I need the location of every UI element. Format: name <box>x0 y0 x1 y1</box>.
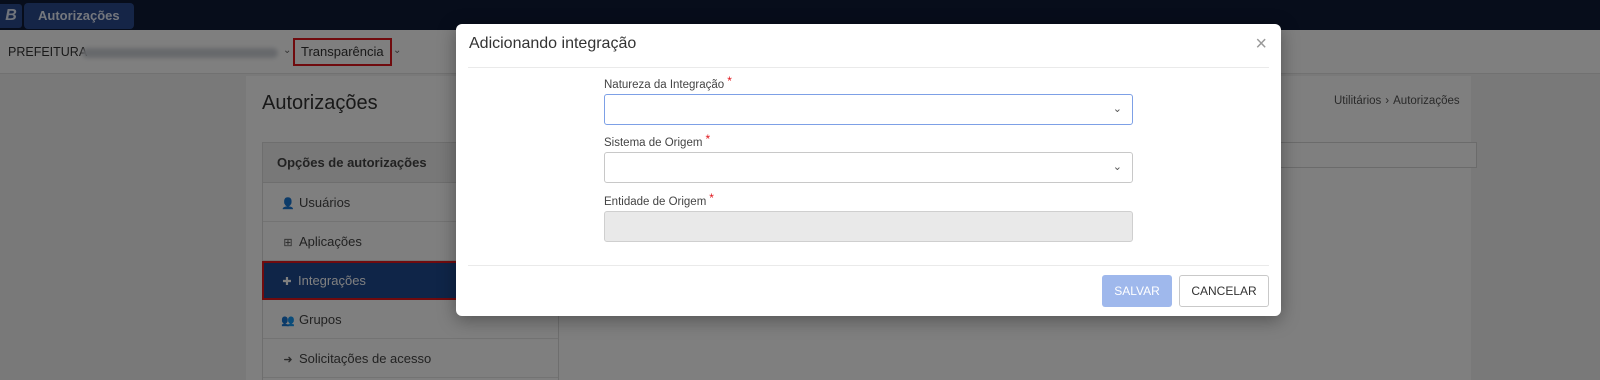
natureza-select[interactable]: ⌄ <box>604 94 1133 125</box>
field-label-text: Entidade de Origem <box>604 196 707 208</box>
add-integration-modal: Adicionando integração × Natureza da Int… <box>456 24 1281 316</box>
entidade-origem-label: Entidade de Origem * <box>604 191 714 208</box>
required-mark: * <box>705 132 711 146</box>
field-label-text: Natureza da Integração <box>604 79 725 91</box>
field-label-text: Sistema de Origem <box>604 137 703 149</box>
chevron-down-icon: ⌄ <box>1112 161 1122 173</box>
cancel-button[interactable]: CANCELAR <box>1179 275 1269 307</box>
entidade-origem-field <box>604 211 1133 242</box>
sistema-origem-label: Sistema de Origem * <box>604 132 711 149</box>
modal-title: Adicionando integração <box>469 35 637 52</box>
natureza-label: Natureza da Integração * <box>604 74 732 91</box>
sistema-origem-select[interactable]: ⌄ <box>604 152 1133 183</box>
divider <box>468 265 1269 266</box>
save-button[interactable]: SALVAR <box>1102 275 1172 307</box>
close-icon[interactable]: × <box>1255 34 1267 54</box>
required-mark: * <box>709 191 714 205</box>
required-mark: * <box>727 74 732 88</box>
chevron-down-icon: ⌄ <box>1112 103 1122 115</box>
divider <box>468 67 1269 68</box>
